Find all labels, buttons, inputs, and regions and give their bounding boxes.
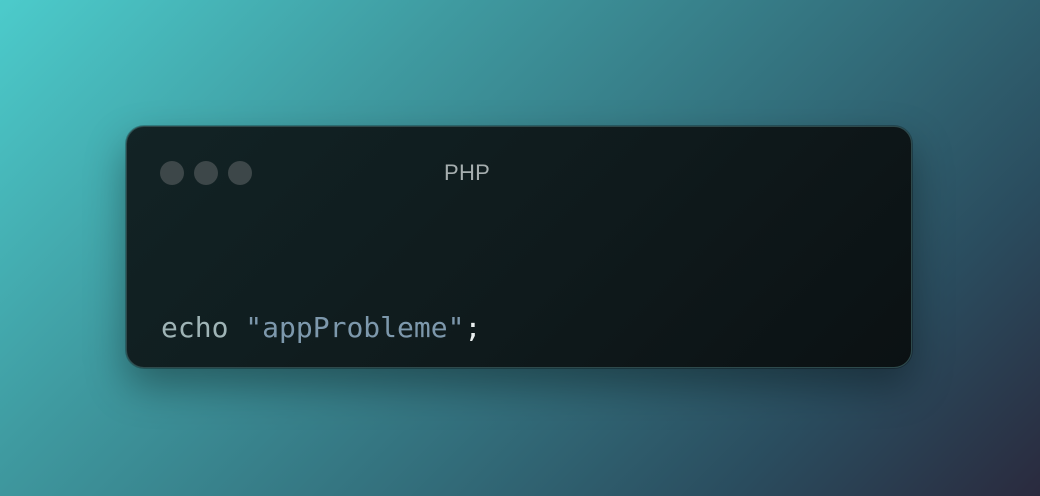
code-token-punctuation: ; bbox=[464, 311, 482, 344]
code-token-string: "appProbleme" bbox=[245, 311, 465, 344]
code-window: PHP echo "appProbleme"; bbox=[126, 126, 912, 368]
window-title: PHP bbox=[444, 160, 491, 185]
code-token-keyword: echo bbox=[161, 311, 229, 344]
title-bar: PHP bbox=[127, 127, 911, 217]
code-area[interactable]: echo "appProbleme"; bbox=[161, 233, 481, 423]
minimize-button[interactable] bbox=[194, 161, 218, 185]
code-line: echo "appProbleme"; bbox=[161, 309, 481, 347]
window-controls bbox=[160, 161, 252, 185]
close-button[interactable] bbox=[160, 161, 184, 185]
maximize-button[interactable] bbox=[228, 161, 252, 185]
